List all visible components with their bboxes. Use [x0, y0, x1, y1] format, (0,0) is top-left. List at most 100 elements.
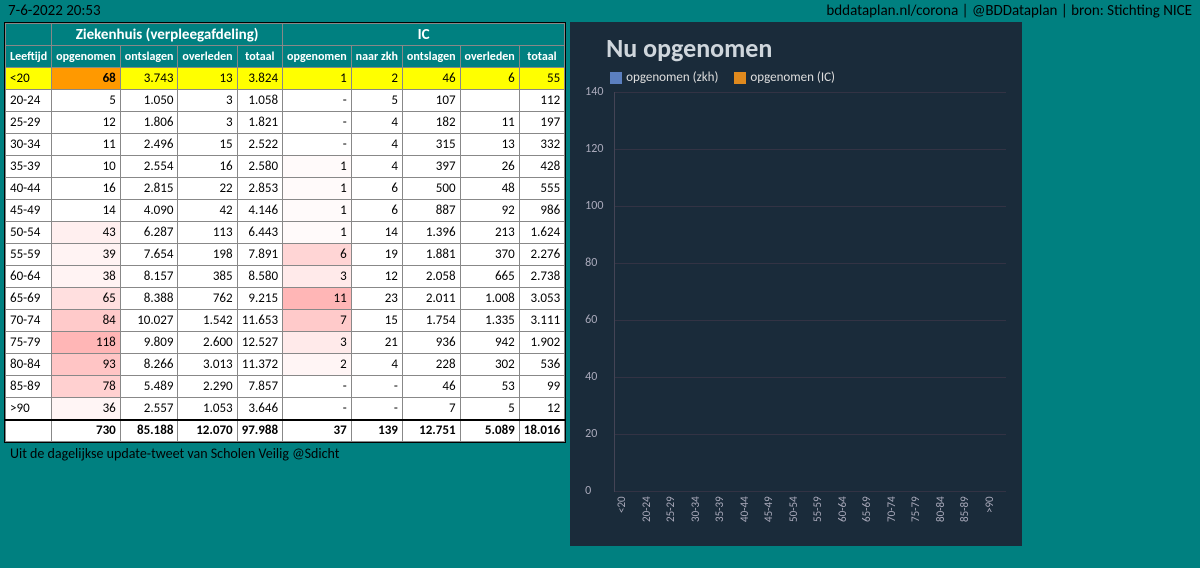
- cell-ic-overleden: [460, 90, 519, 112]
- cell-zkh-opgenomen: 36: [52, 398, 121, 420]
- cell-ic-opgenomen: -: [283, 134, 352, 156]
- cell-zkh-totaal: 9.215: [237, 288, 282, 310]
- x-tick-label: 60-64: [836, 496, 858, 538]
- cell-zkh-opgenomen: 84: [52, 310, 121, 332]
- cell-ic-overleden: 11: [460, 112, 519, 134]
- x-tick-label: 50-54: [787, 496, 809, 538]
- cell-zkh-overleden: 113: [178, 222, 237, 244]
- cell-ic-overleden: 53: [460, 376, 519, 398]
- cell-zkh-totaal: 11.653: [237, 310, 282, 332]
- table-row: 75-79 118 9.809 2.600 12.527 3 21 936 94…: [6, 332, 565, 354]
- x-tick-label: 30-34: [689, 496, 711, 538]
- cell-zkh-ontslagen: 2.557: [120, 398, 178, 420]
- x-tick-label: 45-49: [762, 496, 784, 538]
- cell-zkh-ontslagen: 8.157: [120, 266, 178, 288]
- cell-zkh-totaal: 1.058: [237, 90, 282, 112]
- cell-zkh-ontslagen: 1.050: [120, 90, 178, 112]
- cell-ic-naarzkh: 23: [351, 288, 402, 310]
- cell-ic-ontslagen: 1.881: [402, 244, 460, 266]
- cell-ic-opgenomen: 1: [283, 200, 352, 222]
- cell-zkh-opgenomen: 5: [52, 90, 121, 112]
- cell-zkh-ontslagen: 6.287: [120, 222, 178, 244]
- chart-x-axis: <2020-2425-2930-3435-3940-4445-4950-5455…: [614, 496, 1006, 538]
- col-leeftijd: Leeftijd: [6, 46, 52, 68]
- table-row: 30-34 11 2.496 15 2.522 - 4 315 13 332: [6, 134, 565, 156]
- cell-ic-naarzkh: 5: [351, 90, 402, 112]
- cell-ic-overleden: 92: [460, 200, 519, 222]
- cell-age: 40-44: [6, 178, 52, 200]
- x-tick-label: 35-39: [713, 496, 735, 538]
- cell-age: 65-69: [6, 288, 52, 310]
- cell-ic-totaal: 3.111: [519, 310, 564, 332]
- col-zkh-ontslagen: ontslagen: [120, 46, 178, 68]
- cell-zkh-opgenomen: 10: [52, 156, 121, 178]
- cell-ic-overleden: 5: [460, 398, 519, 420]
- cell-ic-totaal: 12: [519, 398, 564, 420]
- x-tick-label: 65-69: [860, 496, 882, 538]
- cell-ic-naarzkh: 4: [351, 156, 402, 178]
- cell-ic-ontslagen: 7: [402, 398, 460, 420]
- table-row: 35-39 10 2.554 16 2.580 1 4 397 26 428: [6, 156, 565, 178]
- cell-ic-opgenomen: 7: [283, 310, 352, 332]
- cell-zkh-overleden: 1.542: [178, 310, 237, 332]
- cell-ic-opgenomen: 6: [283, 244, 352, 266]
- cell-zkh-totaal: 1.821: [237, 112, 282, 134]
- cell-ic-opgenomen: 3: [283, 266, 352, 288]
- cell-age: 70-74: [6, 310, 52, 332]
- cell-ic-naarzkh: 15: [351, 310, 402, 332]
- cell-ic-totaal: 55: [519, 68, 564, 90]
- cell-ic-totaal: 99: [519, 376, 564, 398]
- cell-ic-naarzkh: 2: [351, 68, 402, 90]
- cell-ic-overleden: 1.008: [460, 288, 519, 310]
- cell-zkh-opgenomen: 12: [52, 112, 121, 134]
- col-zkh-overleden: overleden: [178, 46, 237, 68]
- cell-zkh-overleden: 3: [178, 112, 237, 134]
- cell-age: 85-89: [6, 376, 52, 398]
- cell-ic-ontslagen: 500: [402, 178, 460, 200]
- cell-zkh-opgenomen: 118: [52, 332, 121, 354]
- cell-zkh-overleden: 13: [178, 68, 237, 90]
- cell-zkh-ontslagen: 5.489: [120, 376, 178, 398]
- x-tick-label: 75-79: [909, 496, 931, 538]
- cell-ic-totaal: 197: [519, 112, 564, 134]
- cell-zkh-totaal: 2.853: [237, 178, 282, 200]
- y-tick-label: 40: [585, 370, 597, 384]
- cell-zkh-overleden: 385: [178, 266, 237, 288]
- chart: Nu opgenomen opgenomen (zkh)opgenomen (I…: [570, 22, 1022, 546]
- x-tick-label: 40-44: [738, 496, 760, 538]
- cell-zkh-totaal: 6.443: [237, 222, 282, 244]
- cell-ic-overleden: 6: [460, 68, 519, 90]
- y-tick-label: 0: [585, 484, 591, 498]
- cell-age: >90: [6, 398, 52, 420]
- cell-zkh-ontslagen: 8.266: [120, 354, 178, 376]
- cell-zkh-opgenomen: 93: [52, 354, 121, 376]
- cell-zkh-overleden: 2.290: [178, 376, 237, 398]
- cell-ic-naarzkh: -: [351, 376, 402, 398]
- cell-ic-totaal: 2.276: [519, 244, 564, 266]
- table-row: 20-24 5 1.050 3 1.058 - 5 107 112: [6, 90, 565, 112]
- col-zkh-totaal: totaal: [237, 46, 282, 68]
- table-row: 60-64 38 8.157 385 8.580 3 12 2.058 665 …: [6, 266, 565, 288]
- gridline: [615, 491, 1006, 492]
- cell-zkh-overleden: 198: [178, 244, 237, 266]
- cell-ic-ontslagen: 46: [402, 68, 460, 90]
- cell-age: 20-24: [6, 90, 52, 112]
- col-ic-ontslagen: ontslagen: [402, 46, 460, 68]
- cell-zkh-opgenomen: 43: [52, 222, 121, 244]
- cell-ic-totaal: 332: [519, 134, 564, 156]
- cell-ic-naarzkh: 21: [351, 332, 402, 354]
- cell-ic-naarzkh: 6: [351, 200, 402, 222]
- table-row: >90 36 2.557 1.053 3.646 - - 7 5 12: [6, 398, 565, 420]
- table-total-row: 73085.18812.07097.988 3713912.7515.08918…: [6, 420, 565, 442]
- cell-ic-opgenomen: 11: [283, 288, 352, 310]
- cell-age: 75-79: [6, 332, 52, 354]
- cell-zkh-totaal: 4.146: [237, 200, 282, 222]
- cell-ic-naarzkh: 4: [351, 134, 402, 156]
- cell-zkh-ontslagen: 4.090: [120, 200, 178, 222]
- cell-ic-overleden: 370: [460, 244, 519, 266]
- cell-ic-ontslagen: 1.754: [402, 310, 460, 332]
- cell-zkh-overleden: 3: [178, 90, 237, 112]
- y-tick-label: 80: [585, 256, 597, 270]
- table-row: 85-89 78 5.489 2.290 7.857 - - 46 53 99: [6, 376, 565, 398]
- cell-zkh-ontslagen: 8.388: [120, 288, 178, 310]
